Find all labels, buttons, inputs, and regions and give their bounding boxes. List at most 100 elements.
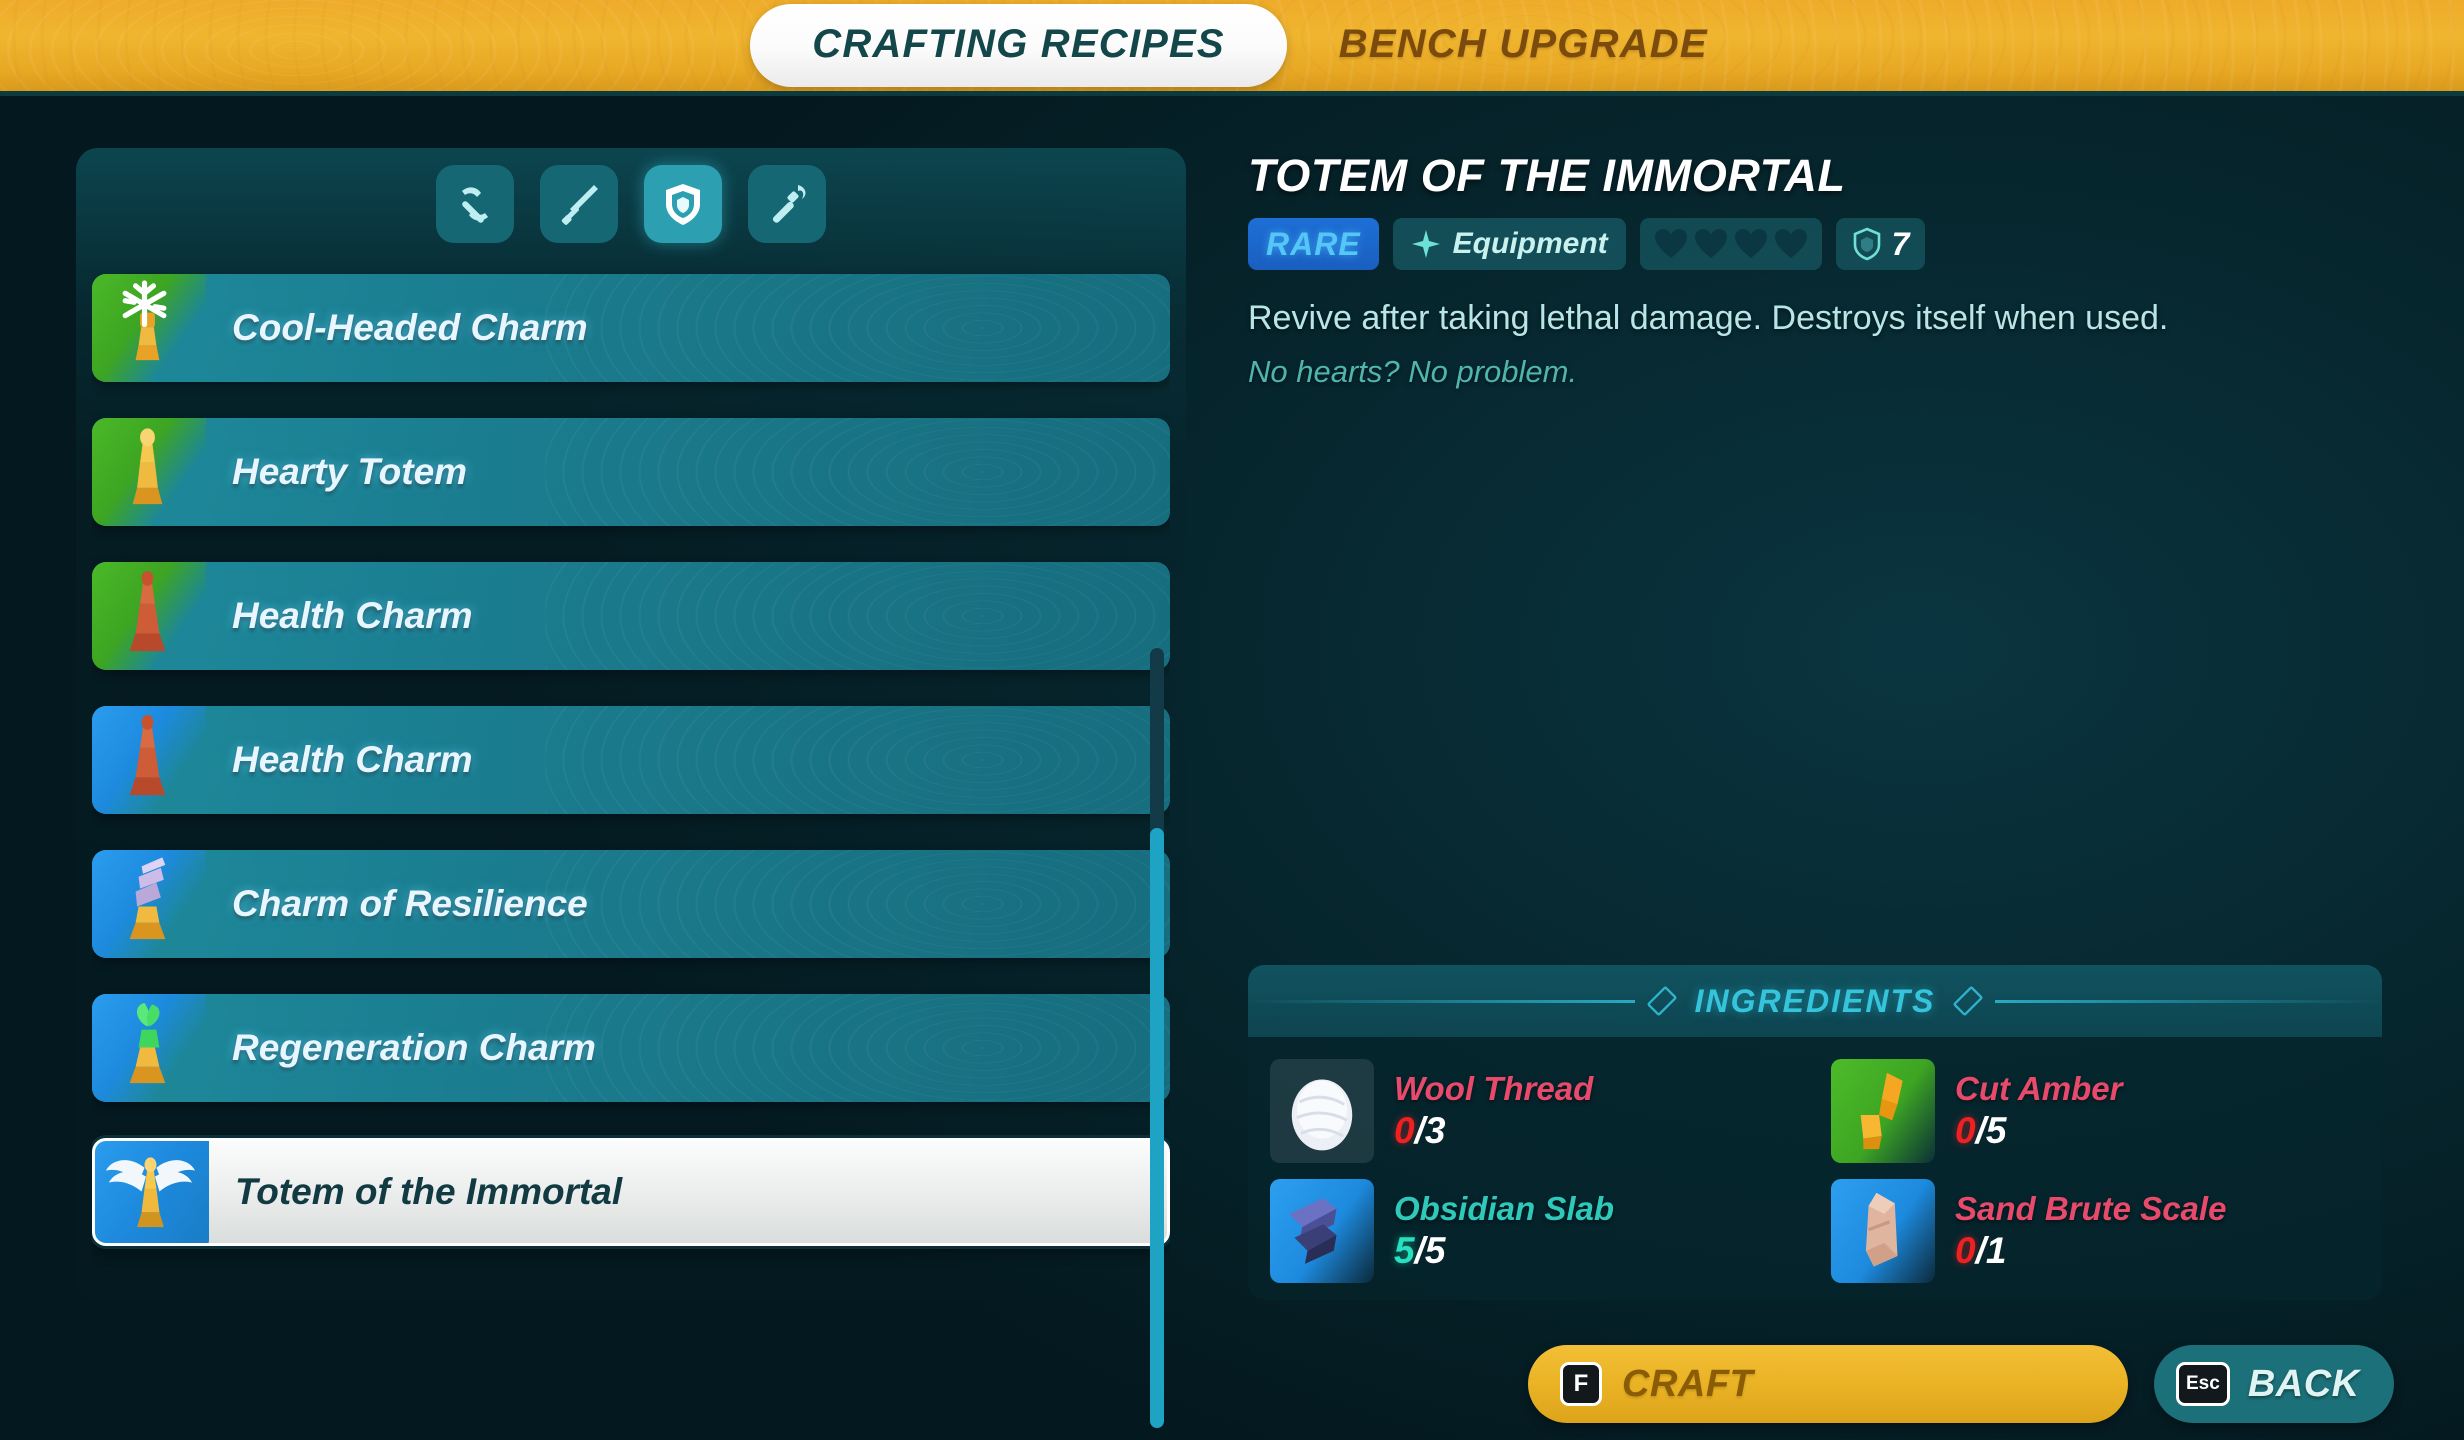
ingredient-count-current: 5	[1394, 1230, 1415, 1271]
sword-icon	[554, 179, 604, 229]
ingredient-count: 0/5	[1955, 1110, 2122, 1152]
item-thumbnail	[92, 994, 206, 1102]
list-item-label: Cool-Headed Charm	[232, 307, 588, 348]
ingredient-name: Cut Amber	[1955, 1070, 2123, 1107]
heart-icon	[1734, 228, 1768, 260]
item-thumbnail	[92, 418, 206, 526]
craft-button-label: CRAFT	[1622, 1362, 1754, 1405]
ingredients-grid: Wool Thread 0/3 Cut Amber 0/5 Obsidian S…	[1248, 1037, 2382, 1287]
item-thumbnail	[92, 706, 206, 814]
rarity-badge-label: RARE	[1266, 225, 1361, 262]
list-item-label: Health Charm	[232, 595, 473, 636]
ingredient-thumbnail	[1270, 1179, 1374, 1283]
hearts-badge	[1639, 218, 1822, 270]
ingredient-count-max: /5	[1975, 1110, 2007, 1151]
rarity-badge: RARE	[1248, 218, 1379, 270]
ingredient-count-current: 0	[1955, 1110, 1976, 1151]
item-thumbnail	[92, 850, 206, 958]
ingredient-count-current: 0	[1955, 1230, 1976, 1271]
defense-badge: 7	[1835, 218, 1926, 270]
ingredients-header-label: INGREDIENTS	[1694, 982, 1936, 1019]
defense-value: 7	[1891, 225, 1910, 262]
ingredient-name: Wool Thread	[1394, 1070, 1594, 1107]
list-item-selected[interactable]: Totem of the Immortal	[92, 1138, 1170, 1246]
diamond-icon	[1646, 985, 1678, 1017]
ingredient-item[interactable]: Obsidian Slab 5/5	[1270, 1175, 1801, 1287]
diamond-icon	[1952, 985, 1984, 1017]
item-description: Revive after taking lethal damage. Destr…	[1248, 299, 2169, 337]
ingredient-count-max: /3	[1414, 1110, 1446, 1151]
craft-button[interactable]: F CRAFT	[1528, 1345, 2128, 1423]
filter-sword-button[interactable]	[540, 165, 618, 243]
item-detail-panel: TOTEM OF THE IMMORTAL RARE Equipment 7 R…	[1248, 150, 2398, 390]
item-thumbnail	[92, 274, 206, 382]
list-item[interactable]: Hearty Totem	[92, 418, 1170, 526]
ingredient-info: Wool Thread 0/3	[1394, 1070, 1593, 1152]
recipe-list-scrollbar-track[interactable]	[1150, 648, 1164, 1428]
ingredient-item[interactable]: Wool Thread 0/3	[1270, 1055, 1801, 1167]
back-button[interactable]: Esc BACK	[2154, 1345, 2394, 1423]
top-tab-bar: CRAFTING RECIPES BENCH UPGRADE	[0, 0, 2464, 96]
ingredient-thumbnail	[1831, 1179, 1935, 1283]
sparkle-icon	[1411, 229, 1441, 259]
type-badge: Equipment	[1392, 218, 1626, 270]
heart-icon	[1654, 228, 1688, 260]
list-item[interactable]: Cool-Headed Charm	[92, 274, 1170, 382]
ingredient-info: Sand Brute Scale 0/1	[1955, 1190, 2226, 1272]
ingredient-count-current: 0	[1394, 1110, 1415, 1151]
list-item-label: Charm of Resilience	[232, 883, 588, 924]
type-badge-label: Equipment	[1452, 227, 1608, 260]
crafting-screen: CRAFTING RECIPES BENCH UPGRADE Cool-Head…	[0, 0, 2464, 1440]
back-key-hint: Esc	[2176, 1362, 2230, 1406]
ingredient-thumbnail	[1270, 1059, 1374, 1163]
ingredient-name: Obsidian Slab	[1394, 1190, 1615, 1227]
list-item-label: Hearty Totem	[232, 451, 468, 492]
footer-actions: F CRAFT Esc BACK	[1528, 1345, 2394, 1423]
ingredient-name: Sand Brute Scale	[1955, 1190, 2227, 1227]
ingredient-count-max: /5	[1414, 1230, 1446, 1271]
item-thumbnail	[92, 562, 206, 670]
tab-bench-upgrade-label: BENCH UPGRADE	[1338, 22, 1708, 66]
divider-line-left	[1248, 999, 1635, 1003]
list-item[interactable]: Charm of Resilience	[92, 850, 1170, 958]
heart-icon	[1774, 228, 1808, 260]
list-item[interactable]: Health Charm	[92, 562, 1170, 670]
item-flavor-text: No hearts? No problem.	[1248, 353, 1578, 389]
filter-shield-button[interactable]	[644, 165, 722, 243]
ingredients-panel: INGREDIENTS Wool Thread 0/3 Cut Amber 0/…	[1248, 965, 2382, 1300]
item-badge-row: RARE Equipment 7	[1248, 218, 2398, 270]
recipe-list-panel: Cool-Headed Charm Hearty Totem Health Ch…	[76, 148, 1186, 1428]
list-item[interactable]: Health Charm	[92, 706, 1170, 814]
list-item-label: Regeneration Charm	[232, 1027, 596, 1068]
ingredient-item[interactable]: Cut Amber 0/5	[1831, 1055, 2362, 1167]
category-filter-bar	[76, 148, 1186, 260]
divider-line-right	[1995, 999, 2382, 1003]
filter-pickaxe-button[interactable]	[436, 165, 514, 243]
ingredient-count: 0/1	[1955, 1230, 2226, 1272]
ingredient-thumbnail	[1831, 1059, 1935, 1163]
ingredient-count: 5/5	[1394, 1230, 1614, 1272]
list-item-label: Totem of the Immortal	[235, 1171, 623, 1212]
heart-icon	[1694, 228, 1728, 260]
item-title: TOTEM OF THE IMMORTAL	[1248, 150, 1846, 201]
recipe-list-viewport[interactable]: Cool-Headed Charm Hearty Totem Health Ch…	[92, 266, 1170, 1296]
pickaxe-icon	[450, 179, 500, 229]
list-item[interactable]: Regeneration Charm	[92, 994, 1170, 1102]
shield-icon	[1852, 227, 1882, 261]
craft-key-hint: F	[1560, 1362, 1602, 1406]
item-thumbnail	[95, 1141, 209, 1243]
ingredient-item[interactable]: Sand Brute Scale 0/1	[1831, 1175, 2362, 1287]
ingredients-header: INGREDIENTS	[1248, 965, 2382, 1037]
tab-crafting-recipes[interactable]: CRAFTING RECIPES	[750, 4, 1287, 87]
recipe-list-scrollbar-thumb[interactable]	[1150, 828, 1164, 1428]
ingredient-count: 0/3	[1394, 1110, 1593, 1152]
tab-row: CRAFTING RECIPES BENCH UPGRADE	[750, 4, 1714, 87]
tab-crafting-recipes-label: CRAFTING RECIPES	[812, 22, 1225, 66]
list-item-label: Health Charm	[232, 739, 473, 780]
shield-icon	[658, 179, 708, 229]
ingredient-info: Cut Amber 0/5	[1955, 1070, 2122, 1152]
recipe-list: Cool-Headed Charm Hearty Totem Health Ch…	[92, 266, 1170, 1282]
ingredient-info: Obsidian Slab 5/5	[1394, 1190, 1614, 1272]
tab-bench-upgrade[interactable]: BENCH UPGRADE	[1333, 4, 1714, 87]
filter-torch-button[interactable]	[748, 165, 826, 243]
